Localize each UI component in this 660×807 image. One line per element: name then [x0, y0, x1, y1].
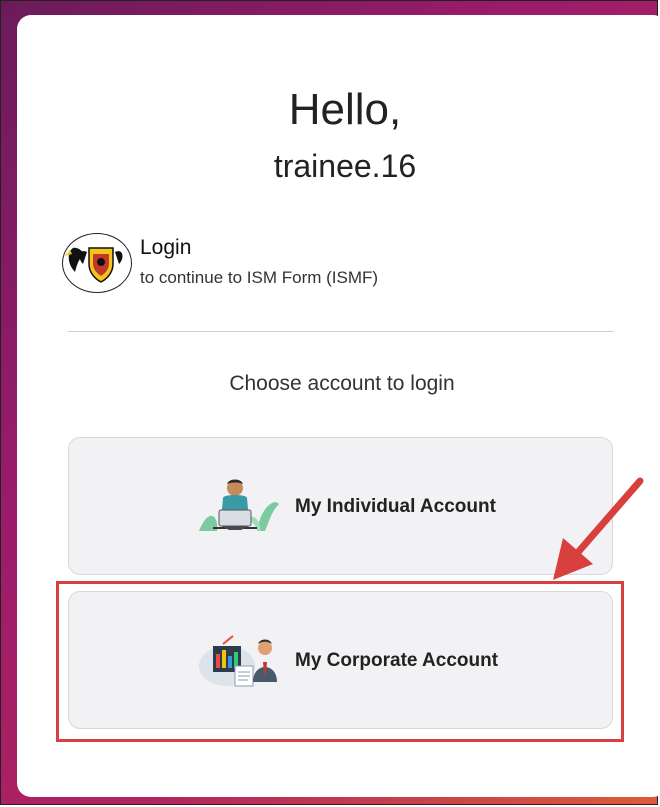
login-subtitle: to continue to ISM Form (ISMF): [140, 268, 379, 287]
annotation-highlight-box: [56, 581, 624, 742]
individual-account-label: My Individual Account: [295, 496, 496, 517]
greeting-heading: Hello,: [288, 85, 402, 134]
crest-logo-icon: [62, 233, 132, 293]
login-title: Login: [140, 236, 192, 259]
username-text: trainee.16: [273, 148, 417, 184]
individual-account-button[interactable]: My Individual Account: [68, 437, 613, 575]
person-laptop-icon: [199, 476, 279, 541]
divider: [68, 331, 614, 332]
annotation-arrow-icon: [545, 476, 655, 591]
choose-account-prompt: Choose account to login: [229, 372, 455, 395]
